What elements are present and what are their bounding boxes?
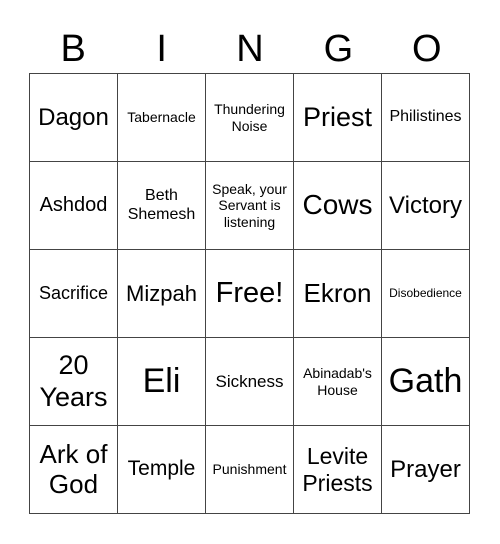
bingo-cell[interactable]: Sickness [206,338,294,426]
bingo-cell[interactable]: Gath [382,338,470,426]
bingo-cell[interactable]: Punishment [206,426,294,514]
bingo-cell[interactable]: Disobedience [382,250,470,338]
header-letter-b: B [60,28,86,70]
bingo-grid: Dagon Tabernacle Thundering Noise Priest… [29,73,470,514]
bingo-cell[interactable]: Sacrifice [30,250,118,338]
bingo-cell[interactable]: Victory [382,162,470,250]
bingo-cell[interactable]: Mizpah [118,250,206,338]
free-space-cell[interactable]: Free! [206,250,294,338]
bingo-cell[interactable]: Dagon [30,74,118,162]
bingo-cell[interactable]: Eli [118,338,206,426]
header-letter-o: O [412,28,442,70]
bingo-cell[interactable]: Thundering Noise [206,74,294,162]
bingo-cell[interactable]: Cows [294,162,382,250]
bingo-header: B I N G O [29,24,471,74]
bingo-cell[interactable]: Temple [118,426,206,514]
bingo-cell[interactable]: Ark of God [30,426,118,514]
header-letter-g: G [323,28,354,70]
header-letter-i: I [156,28,167,70]
bingo-cell[interactable]: Tabernacle [118,74,206,162]
bingo-cell[interactable]: Ekron [294,250,382,338]
bingo-cell[interactable]: Levite Priests [294,426,382,514]
bingo-cell[interactable]: Beth Shemesh [118,162,206,250]
bingo-cell[interactable]: Priest [294,74,382,162]
bingo-cell[interactable]: Abinadab's House [294,338,382,426]
bingo-cell[interactable]: Ashdod [30,162,118,250]
bingo-cell[interactable]: 20 Years [30,338,118,426]
bingo-cell[interactable]: Prayer [382,426,470,514]
header-letter-n: N [236,28,264,70]
bingo-cell[interactable]: Speak, your Servant is listening [206,162,294,250]
bingo-cell[interactable]: Philistines [382,74,470,162]
